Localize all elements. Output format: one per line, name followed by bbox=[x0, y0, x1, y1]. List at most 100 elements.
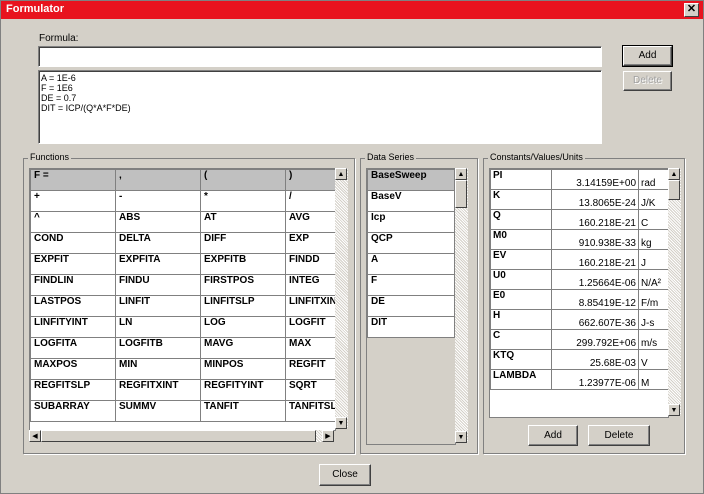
data-series-item[interactable]: A bbox=[367, 253, 455, 275]
constants-scrollbar[interactable]: ▲ ▼ bbox=[668, 168, 681, 416]
function-cell[interactable]: REGFIT bbox=[285, 358, 335, 380]
function-cell[interactable]: FINDLIN bbox=[30, 274, 116, 296]
data-series-scrollbar[interactable]: ▲ ▼ bbox=[455, 168, 468, 443]
function-cell[interactable]: EXPFITA bbox=[115, 253, 201, 275]
function-cell[interactable]: INTEG bbox=[285, 274, 335, 296]
constant-row[interactable]: EV 160.218E-21 J bbox=[490, 249, 668, 270]
constant-name[interactable]: U0 bbox=[490, 269, 552, 290]
constant-row[interactable]: K 13.8065E-24 J/K bbox=[490, 189, 668, 210]
constant-row[interactable]: KTQ 25.68E-03 V bbox=[490, 349, 668, 370]
function-cell[interactable]: AVG bbox=[285, 211, 335, 233]
function-cell[interactable]: LN bbox=[115, 316, 201, 338]
close-button[interactable]: Close bbox=[319, 464, 371, 486]
formula-line[interactable]: DE = 0.7 bbox=[41, 93, 131, 103]
constant-unit[interactable]: rad bbox=[638, 169, 668, 190]
constant-unit[interactable]: J/K bbox=[638, 189, 668, 210]
constant-name[interactable]: M0 bbox=[490, 229, 552, 250]
function-cell[interactable]: DIFF bbox=[200, 232, 286, 254]
constant-delete-button[interactable]: Delete bbox=[588, 425, 650, 446]
function-cell[interactable]: , bbox=[115, 169, 201, 191]
function-cell[interactable]: TANFIT bbox=[200, 400, 286, 422]
constant-value[interactable]: 3.14159E+00 bbox=[551, 169, 639, 190]
constant-value[interactable]: 13.8065E-24 bbox=[551, 189, 639, 210]
constant-unit[interactable]: m/s bbox=[638, 329, 668, 350]
function-cell[interactable]: LINFITYINT bbox=[30, 316, 116, 338]
constant-value[interactable]: 160.218E-21 bbox=[551, 249, 639, 270]
function-cell[interactable]: LASTPOS bbox=[30, 295, 116, 317]
function-cell[interactable]: REGFITSLP bbox=[30, 379, 116, 401]
data-series-item[interactable]: QCP bbox=[367, 232, 455, 254]
function-cell[interactable]: EXP bbox=[285, 232, 335, 254]
data-series-list[interactable]: BaseSweep BaseV Icp QCP A F DE DIT bbox=[366, 168, 456, 445]
scroll-up-icon[interactable]: ▲ bbox=[668, 168, 680, 180]
function-cell[interactable]: ^ bbox=[30, 211, 116, 233]
function-cell[interactable]: LOGFITB bbox=[115, 337, 201, 359]
constant-row[interactable]: Q 160.218E-21 C bbox=[490, 209, 668, 230]
functions-vertical-scrollbar[interactable]: ▲ ▼ bbox=[335, 168, 348, 429]
constant-value[interactable]: 299.792E+06 bbox=[551, 329, 639, 350]
function-cell[interactable]: ABS bbox=[115, 211, 201, 233]
data-series-item[interactable]: Icp bbox=[367, 211, 455, 233]
scroll-left-icon[interactable]: ◀ bbox=[29, 430, 41, 442]
constant-value[interactable]: 1.23977E-06 bbox=[551, 369, 639, 390]
function-cell[interactable]: + bbox=[30, 190, 116, 212]
scroll-down-icon[interactable]: ▼ bbox=[668, 404, 680, 416]
data-series-item[interactable]: F bbox=[367, 274, 455, 296]
scroll-thumb[interactable] bbox=[455, 180, 467, 208]
function-cell[interactable]: LOGFIT bbox=[285, 316, 335, 338]
constant-name[interactable]: Q bbox=[490, 209, 552, 230]
formula-line[interactable]: DIT = ICP/(Q*A*F*DE) bbox=[41, 103, 131, 113]
constant-unit[interactable]: C bbox=[638, 209, 668, 230]
scroll-down-icon[interactable]: ▼ bbox=[335, 417, 347, 429]
function-cell[interactable]: FIRSTPOS bbox=[200, 274, 286, 296]
function-cell[interactable]: ) bbox=[285, 169, 335, 191]
constant-row[interactable]: C 299.792E+06 m/s bbox=[490, 329, 668, 350]
function-cell[interactable]: LINFIT bbox=[115, 295, 201, 317]
constant-name[interactable]: K bbox=[490, 189, 552, 210]
function-cell[interactable]: SQRT bbox=[285, 379, 335, 401]
scroll-up-icon[interactable]: ▲ bbox=[455, 168, 467, 180]
function-cell[interactable]: MAX bbox=[285, 337, 335, 359]
constant-row[interactable]: M0 910.938E-33 kg bbox=[490, 229, 668, 250]
function-cell[interactable]: FINDU bbox=[115, 274, 201, 296]
scroll-thumb[interactable] bbox=[668, 180, 680, 200]
functions-grid[interactable]: F =,() + - * / ^ ABS AT AVG COND DELTA DIFF EXP EXPFI… bbox=[29, 168, 336, 431]
constant-value[interactable]: 8.85419E-12 bbox=[551, 289, 639, 310]
constant-row[interactable]: U0 1.25664E-06 N/A² bbox=[490, 269, 668, 290]
constant-value[interactable]: 25.68E-03 bbox=[551, 349, 639, 370]
constant-name[interactable]: H bbox=[490, 309, 552, 330]
constant-name[interactable]: LAMBDA bbox=[490, 369, 552, 390]
constant-name[interactable]: KTQ bbox=[490, 349, 552, 370]
constants-grid[interactable]: PI 3.14159E+00 rad K 13.8065E-24 J/K Q 160.218E… bbox=[489, 168, 669, 418]
delete-button[interactable]: Delete bbox=[623, 71, 672, 91]
function-cell[interactable]: ( bbox=[200, 169, 286, 191]
constant-value[interactable]: 1.25664E-06 bbox=[551, 269, 639, 290]
function-cell[interactable]: MAVG bbox=[200, 337, 286, 359]
constant-row[interactable]: LAMBDA 1.23977E-06 M bbox=[490, 369, 668, 390]
constant-name[interactable]: EV bbox=[490, 249, 552, 270]
scroll-down-icon[interactable]: ▼ bbox=[455, 431, 467, 443]
constant-value[interactable]: 662.607E-36 bbox=[551, 309, 639, 330]
function-cell[interactable]: MAXPOS bbox=[30, 358, 116, 380]
scroll-right-icon[interactable]: ▶ bbox=[322, 430, 334, 442]
function-cell[interactable]: SUBARRAY bbox=[30, 400, 116, 422]
function-cell[interactable]: * bbox=[200, 190, 286, 212]
constant-unit[interactable]: F/m bbox=[638, 289, 668, 310]
data-series-item[interactable]: DIT bbox=[367, 316, 455, 338]
function-cell[interactable]: DELTA bbox=[115, 232, 201, 254]
constant-unit[interactable]: M bbox=[638, 369, 668, 390]
function-cell[interactable]: LOG bbox=[200, 316, 286, 338]
function-cell[interactable]: SUMMV bbox=[115, 400, 201, 422]
data-series-item[interactable]: DE bbox=[367, 295, 455, 317]
constant-name[interactable]: PI bbox=[490, 169, 552, 190]
function-cell[interactable]: REGFITXINT bbox=[115, 379, 201, 401]
formula-input[interactable] bbox=[38, 46, 602, 67]
data-series-item[interactable]: BaseV bbox=[367, 190, 455, 212]
constant-row[interactable]: E0 8.85419E-12 F/m bbox=[490, 289, 668, 310]
scroll-up-icon[interactable]: ▲ bbox=[335, 168, 347, 180]
constant-value[interactable]: 910.938E-33 bbox=[551, 229, 639, 250]
function-cell[interactable]: COND bbox=[30, 232, 116, 254]
function-cell[interactable]: REGFITYINT bbox=[200, 379, 286, 401]
function-cell[interactable]: TANFITSL bbox=[285, 400, 335, 422]
function-cell[interactable]: / bbox=[285, 190, 335, 212]
